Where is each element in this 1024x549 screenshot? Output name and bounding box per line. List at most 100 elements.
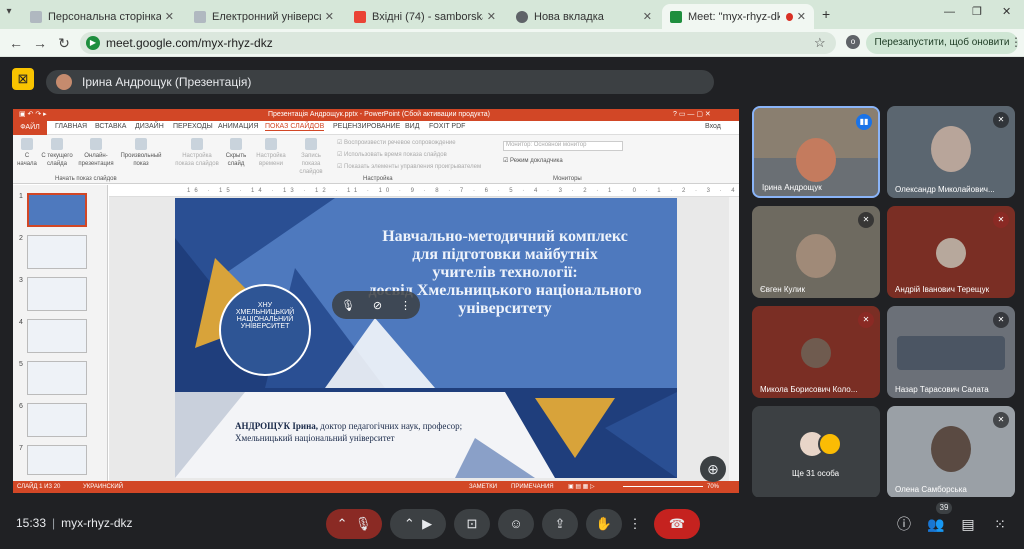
chevron-up-icon[interactable]: ⌃ [404, 516, 415, 531]
close-icon[interactable]: ✕ [483, 10, 496, 23]
menu-dots-icon[interactable]: ⋮ [1010, 35, 1022, 49]
close-icon[interactable]: ✕ [321, 10, 334, 23]
slide-thumb-3[interactable] [27, 277, 87, 311]
shared-screen: ▣ ↶ ↷ ▸ Презентація Андрощук.pptx - Powe… [13, 109, 739, 493]
site-info-icon[interactable]: ▶ [86, 36, 100, 50]
mic-off-icon: ✕ [858, 312, 874, 328]
ppt-menu-design[interactable]: ДИЗАЙН [135, 123, 164, 130]
ppt-ribbon: С начала С текущего слайда Онлайн-презен… [13, 135, 739, 184]
avatar [801, 338, 831, 368]
activities-icon[interactable]: ⁙ [990, 514, 1010, 534]
minimize-icon[interactable]: — [944, 6, 955, 18]
participant-tile[interactable]: ✕ Андрій Іванович Терещук [887, 206, 1015, 298]
more-options-button[interactable]: ⋮ [628, 509, 642, 539]
participant-tile[interactable]: ✕ Олена Самборська [887, 406, 1015, 498]
tab-search-icon[interactable]: ▾ [0, 6, 18, 17]
media-controls-checkbox[interactable]: ☑ Показать элементы управления проигрыва… [337, 163, 481, 170]
leave-call-button[interactable]: ☎ [654, 509, 700, 539]
relaunch-button[interactable]: Перезапустити, щоб оновити дані [866, 32, 1018, 70]
tab-personal-page[interactable]: Персональна сторінка виклад✕ [22, 4, 182, 29]
university-logo [219, 284, 311, 376]
participant-tile[interactable]: ✕ Назар Тарасович Салата [887, 306, 1015, 398]
ppt-menu-file[interactable]: ФАЙЛ [13, 121, 47, 135]
narration-checkbox[interactable]: ☑ Воспроизвести речевое сопровождение [337, 139, 456, 146]
zoom-in-icon[interactable]: ⊕ [700, 456, 726, 482]
meet-icon [670, 10, 682, 23]
ruler: 16 · 15 · 14 · 13 · 12 · 11 · 10 · 9 · 8… [109, 185, 739, 197]
tab-new[interactable]: Нова вкладка ✕ [508, 4, 660, 29]
from-start-button[interactable]: С начала [15, 138, 39, 168]
notes-button[interactable]: ЗАМЕТКИ [469, 481, 497, 493]
meeting-info-icon[interactable]: ⓘ [894, 514, 914, 534]
more-options-icon[interactable]: ⋮ [400, 299, 411, 312]
mic-toggle-button[interactable]: ⌃ 🎙 [326, 509, 382, 539]
tab-e-university[interactable]: Електронний університет✕ [186, 4, 342, 29]
chat-icon[interactable]: ▤ [958, 514, 978, 534]
new-tab-button[interactable]: + [822, 6, 830, 22]
mic-off-icon: 🎙 [354, 516, 372, 531]
unpin-icon[interactable]: ⊘ [373, 299, 382, 312]
slide-thumb-2[interactable] [27, 235, 87, 269]
presenter-chip[interactable]: Ірина Андрощук (Презентація) [46, 70, 714, 94]
rehearse-timings-button[interactable]: Настройка времени [253, 138, 289, 168]
ppt-menu-transitions[interactable]: ПЕРЕХОДЫ [173, 123, 213, 130]
reload-icon[interactable]: ↻ [54, 33, 74, 53]
recording-dot-icon [785, 12, 793, 21]
ppt-menu-home[interactable]: ГЛАВНАЯ [55, 123, 87, 130]
slide-thumb-1[interactable] [27, 193, 87, 227]
participant-tile[interactable]: ✕ Олександр Миколайович... [887, 106, 1015, 198]
online-presentation-button[interactable]: Онлайн-презентация [77, 138, 115, 168]
close-window-icon[interactable]: ✕ [1002, 5, 1011, 18]
slide-thumb-4[interactable] [27, 319, 87, 353]
close-icon[interactable]: ✕ [161, 10, 174, 23]
setup-show-button[interactable]: Настройка показа слайдов [175, 138, 219, 168]
participant-name: Ірина Андрощук [762, 183, 822, 192]
comments-button[interactable]: ПРИМЕЧАНИЯ [511, 481, 554, 493]
presenter-view-checkbox[interactable]: ☑ Режим докладчика [503, 157, 563, 164]
record-show-button[interactable]: Запись показа слайдов [291, 138, 331, 176]
close-icon[interactable]: ✕ [639, 10, 652, 23]
ppt-menu-slideshow[interactable]: ПОКАЗ СЛАЙДОВ [265, 123, 325, 131]
ppt-menu-foxit[interactable]: FOXIT PDF [429, 123, 465, 130]
tab-gmail[interactable]: Вхідні (74) - samborskaov@khr✕ [346, 4, 504, 29]
hide-slide-button[interactable]: Скрыть слайд [221, 138, 251, 168]
participant-tile[interactable]: ▮▮ Ірина Андрощук [752, 106, 880, 198]
vertical-scrollbar[interactable] [729, 197, 739, 481]
slide-thumb-5[interactable] [27, 361, 87, 395]
view-buttons[interactable]: ▣ ▤ ▦ ▷ [568, 481, 595, 493]
close-icon[interactable]: ✕ [793, 10, 806, 23]
camera-toggle-button[interactable]: ⌃ ▶ [390, 509, 446, 539]
forward-icon[interactable]: → [30, 33, 50, 53]
ppt-menu-insert[interactable]: ВСТАВКА [95, 123, 126, 130]
more-participants-tile[interactable]: Ще 31 особа [752, 406, 880, 498]
timings-checkbox[interactable]: ☑ Использовать время показа слайдов [337, 151, 447, 158]
present-button[interactable]: ⇪ [542, 509, 578, 539]
slide-thumb-6[interactable] [27, 403, 87, 437]
mic-off-icon[interactable]: 🎙 [341, 299, 355, 312]
captions-button[interactable]: ⊡ [454, 509, 490, 539]
from-current-button[interactable]: С текущего слайда [41, 138, 73, 168]
custom-show-button[interactable]: Произвольный показ [119, 138, 163, 168]
slide-author: АНДРОЩУК Ірина, доктор педагогічних наук… [235, 421, 463, 443]
bookmark-star-icon[interactable]: ☆ [814, 35, 826, 51]
chevron-up-icon[interactable]: ⌃ [337, 516, 348, 531]
avatar [796, 234, 836, 278]
ppt-sign-in[interactable]: Вход [705, 123, 721, 130]
meeting-code: myx-rhyz-dkz [61, 516, 133, 530]
ppt-menu-view[interactable]: ВИД [405, 123, 419, 130]
back-icon[interactable]: ← [6, 33, 26, 53]
people-icon[interactable]: 👥 [926, 514, 946, 534]
tab-meet[interactable]: Meet: "myx-rhyz-dkz" ✕ [662, 4, 814, 29]
ppt-menu-review[interactable]: РЕЦЕНЗИРОВАНИЕ [333, 123, 400, 130]
monitor-select[interactable]: Монитор: Основной монитор [503, 141, 623, 151]
zoom-slider[interactable] [623, 486, 703, 487]
maximize-icon[interactable]: ❐ [972, 5, 982, 18]
profile-icon[interactable]: o [846, 35, 860, 49]
address-bar[interactable]: ▶ meet.google.com/myx-rhyz-dkz [80, 32, 836, 54]
ppt-menu-animation[interactable]: АНИМАЦИЯ [218, 123, 259, 130]
participant-tile[interactable]: ✕ Микола Борисович Коло... [752, 306, 880, 398]
participant-tile[interactable]: ✕ Євген Кулик [752, 206, 880, 298]
raise-hand-button[interactable]: ✋ [586, 509, 622, 539]
slide-thumb-7[interactable] [27, 445, 87, 475]
reactions-button[interactable]: ☺ [498, 509, 534, 539]
